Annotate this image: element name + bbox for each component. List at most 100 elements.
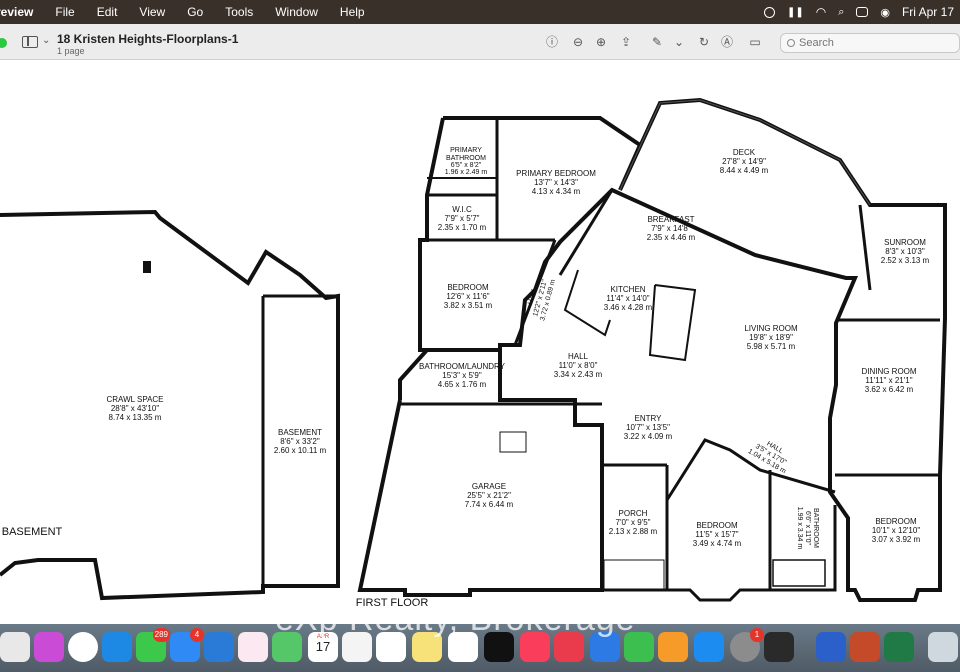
markup-pen-icon[interactable]: ✎ bbox=[650, 35, 664, 49]
room-metric: 3.07 x 3.92 m bbox=[872, 535, 921, 544]
room-name: PRIMARY BEDROOM bbox=[516, 169, 596, 178]
share-icon[interactable]: ⇪ bbox=[619, 35, 633, 49]
room-imperial: 25'5" x 21'2" bbox=[467, 491, 511, 500]
document-title: 18 Kristen Heights-Floorplans-1 bbox=[57, 32, 239, 46]
room-imperial: 11'11" x 21'1" bbox=[865, 376, 912, 385]
room-metric: 2.13 x 2.88 m bbox=[609, 527, 658, 536]
room-metric: 3.62 x 6.42 m bbox=[865, 385, 914, 394]
menu-go[interactable]: Go bbox=[187, 5, 203, 19]
room-imperial: 10'1" x 12'10" bbox=[872, 526, 920, 535]
play-icon[interactable] bbox=[763, 6, 775, 18]
powerpoint-icon[interactable] bbox=[850, 632, 880, 662]
room-imperial: 10'7" x 13'5" bbox=[626, 423, 670, 432]
basement-floor-label: BASEMENT bbox=[2, 526, 63, 538]
room-name: GARAGE bbox=[472, 482, 506, 491]
zoom-out-icon[interactable]: ⊖ bbox=[571, 35, 585, 49]
iphone-mirroring-icon[interactable] bbox=[764, 632, 794, 662]
room-name: BEDROOM bbox=[875, 517, 917, 526]
room-imperial: 8'6" x 33'2" bbox=[280, 437, 320, 446]
room-imperial: 6'5" x 8'2" bbox=[451, 162, 482, 169]
room-name: DECK bbox=[733, 148, 756, 157]
room-name-2: BATHROOM bbox=[446, 155, 486, 162]
room-name: W.I.C bbox=[452, 205, 472, 214]
document-canvas[interactable]: BASEMENT FIRST FLOOR CRAWL SPACE 28'8" x… bbox=[0, 60, 960, 624]
annotate-icon[interactable]: Ⓐ bbox=[720, 35, 734, 49]
room-imperial: 6'6" x 11'0" bbox=[804, 511, 811, 545]
room-name: BEDROOM bbox=[447, 283, 489, 292]
room-imperial: 7'9" x 14'8" bbox=[651, 224, 691, 233]
room-metric: 4.65 x 1.76 m bbox=[438, 380, 487, 389]
room-metric: 8.74 x 13.35 m bbox=[109, 413, 162, 422]
siri-icon[interactable]: ◉ bbox=[880, 6, 890, 19]
search-menubar-icon[interactable]: ⌕ bbox=[838, 6, 844, 19]
menubar-status-area: ❚❚ ◠ ⌕ ◉ Fri Apr 17 bbox=[763, 0, 954, 24]
rotate-icon[interactable]: ↻ bbox=[697, 35, 711, 49]
menu-help[interactable]: Help bbox=[340, 5, 365, 19]
wifi-icon[interactable]: ◠ bbox=[816, 5, 826, 19]
room-name: KITCHEN bbox=[610, 285, 645, 294]
launchpad-icon[interactable] bbox=[34, 632, 64, 662]
word-icon[interactable] bbox=[816, 632, 846, 662]
room-name: DINING ROOM bbox=[861, 367, 916, 376]
pause-icon[interactable]: ❚❚ bbox=[787, 7, 804, 18]
menu-file[interactable]: File bbox=[55, 5, 74, 19]
room-metric: 2.35 x 4.46 m bbox=[647, 233, 696, 242]
messages-icon[interactable]: 289 bbox=[136, 628, 170, 662]
room-name: HALL bbox=[568, 352, 589, 361]
room-imperial: 12'6" x 11'6" bbox=[446, 292, 489, 301]
room-imperial: 15'3" x 5'9" bbox=[442, 371, 482, 380]
messages-badge: 289 bbox=[152, 628, 170, 642]
menu-app-name[interactable]: Preview bbox=[0, 5, 33, 19]
room-name: BASEMENT bbox=[278, 428, 322, 437]
room-name: PORCH bbox=[619, 509, 648, 518]
app-store-icon[interactable] bbox=[694, 632, 724, 662]
room-name: ENTRY bbox=[635, 414, 663, 423]
menu-tools[interactable]: Tools bbox=[225, 5, 253, 19]
finder-icon[interactable] bbox=[0, 632, 30, 662]
room-name: BATHROOM/LAUNDRY bbox=[419, 362, 506, 371]
basement-wall bbox=[0, 209, 340, 601]
markup-chevron-icon[interactable]: ⌄ bbox=[672, 35, 686, 49]
watermark-text: eXp Realty, Brokerage bbox=[275, 600, 636, 638]
room-metric: 7.74 x 6.44 m bbox=[465, 500, 514, 509]
mail-icon[interactable]: 4 bbox=[170, 628, 204, 662]
room-imperial: 28'8" x 43'10" bbox=[111, 404, 159, 413]
menu-view[interactable]: View bbox=[139, 5, 165, 19]
room-imperial: 13'7" x 14'3" bbox=[534, 178, 578, 187]
search-input[interactable] bbox=[795, 36, 951, 50]
menu-window[interactable]: Window bbox=[275, 5, 318, 19]
room-metric: 5.98 x 5.71 m bbox=[747, 342, 796, 351]
trash-icon[interactable] bbox=[928, 632, 958, 662]
chevron-down-icon[interactable]: ⌄ bbox=[42, 35, 50, 46]
room-metric: 2.60 x 10.11 m bbox=[274, 446, 327, 455]
search-box[interactable] bbox=[780, 33, 960, 53]
room-metric: 3.46 x 4.28 m bbox=[604, 303, 653, 312]
sidebar-toggle-icon[interactable] bbox=[22, 36, 38, 48]
room-imperial: 27'8" x 14'9" bbox=[722, 157, 766, 166]
calendar-day: 17 bbox=[315, 639, 331, 654]
zoom-in-icon[interactable]: ⊕ bbox=[594, 35, 608, 49]
chrome-icon[interactable] bbox=[68, 632, 98, 662]
room-name: SUNROOM bbox=[884, 238, 926, 247]
excel-icon[interactable] bbox=[884, 632, 914, 662]
pages-icon[interactable] bbox=[658, 632, 688, 662]
room-metric: 1.96 x 2.49 m bbox=[445, 169, 488, 176]
safari-icon[interactable] bbox=[102, 632, 132, 662]
room-metric: 8.44 x 4.49 m bbox=[720, 166, 769, 175]
room-imperial: 19'8" x 18'9" bbox=[749, 333, 793, 342]
menu-edit[interactable]: Edit bbox=[97, 5, 118, 19]
menubar-clock[interactable]: Fri Apr 17 bbox=[902, 5, 954, 19]
room-imperial: 11'4" x 14'0" bbox=[606, 294, 649, 303]
room-metric: 3.22 x 4.09 m bbox=[624, 432, 673, 441]
window-toolbar: ⌄ 18 Kristen Heights-Floorplans-1 1 page… bbox=[0, 24, 960, 60]
room-metric: 2.52 x 3.13 m bbox=[881, 256, 930, 265]
window-zoom-button[interactable] bbox=[0, 38, 7, 48]
room-name: CRAWL SPACE bbox=[106, 395, 163, 404]
form-fill-icon[interactable]: ▭ bbox=[748, 35, 762, 49]
room-metric: 2.35 x 1.70 m bbox=[438, 223, 487, 232]
system-settings-icon[interactable]: 1 bbox=[730, 628, 764, 662]
info-icon[interactable]: ⓘ bbox=[545, 35, 559, 49]
photos-icon[interactable] bbox=[238, 632, 268, 662]
maps-icon[interactable] bbox=[204, 632, 234, 662]
control-center-icon[interactable] bbox=[856, 7, 869, 17]
